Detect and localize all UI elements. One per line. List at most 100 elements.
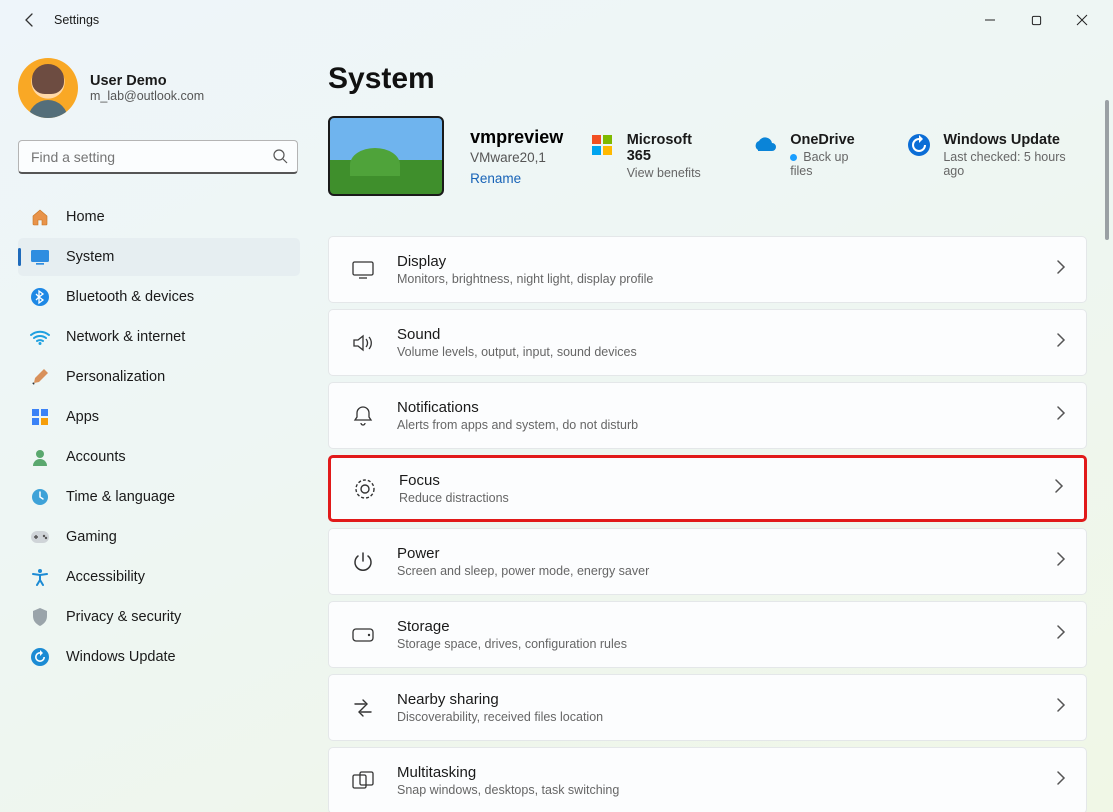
item-title: Power [397,545,649,562]
display-icon [351,258,375,282]
sidebar-item-privacy[interactable]: Privacy & security [18,598,300,636]
sound-icon [351,331,375,355]
accessibility-icon [30,567,50,587]
sidebar-item-accessibility[interactable]: Accessibility [18,558,300,596]
ms365-icon [589,132,614,158]
home-icon [30,207,50,227]
ms365-sub: View benefits [627,166,719,180]
settings-item-storage[interactable]: Storage Storage space, drives, configurat… [328,601,1087,668]
scrollbar[interactable] [1105,100,1109,240]
item-title: Multitasking [397,764,619,781]
sidebar-item-system[interactable]: System [18,238,300,276]
chevron-right-icon [1054,479,1064,498]
sidebar-item-bluetooth[interactable]: Bluetooth & devices [18,278,300,316]
sidebar-item-label: Accessibility [66,569,145,585]
sidebar-item-home[interactable]: Home [18,198,300,236]
personalization-icon [30,367,50,387]
account-profile[interactable]: User Demo m_lab@outlook.com [18,58,300,118]
sidebar-item-update[interactable]: Windows Update [18,638,300,676]
update-sub: Last checked: 5 hours ago [943,150,1087,178]
privacy-icon [30,607,50,627]
chevron-right-icon [1056,552,1066,571]
quick-link-ms365[interactable]: Microsoft 365 View benefits [589,132,718,180]
sidebar-item-apps[interactable]: Apps [18,398,300,436]
item-subtitle: Storage space, drives, configuration rul… [397,637,627,651]
sidebar-item-label: Apps [66,409,99,425]
sidebar-item-label: Personalization [66,369,165,385]
device-summary-row: vmpreview VMware20,1 Rename Microsoft 36… [328,116,1087,196]
item-subtitle: Volume levels, output, input, sound devi… [397,345,637,359]
sidebar-item-label: Windows Update [66,649,176,665]
item-subtitle: Snap windows, desktops, task switching [397,783,619,797]
update-icon [30,647,50,667]
gaming-icon [30,527,50,547]
item-subtitle: Alerts from apps and system, do not dist… [397,418,638,432]
chevron-right-icon [1056,260,1066,279]
main-content: System vmpreview VMware20,1 Rename [310,40,1113,812]
notifications-icon [351,404,375,428]
nav-list: Home System Bluetooth & devices Network & i… [18,198,300,676]
sidebar-item-label: Time & language [66,489,175,505]
onedrive-sub: Back up files [790,150,872,178]
settings-item-nearby[interactable]: Nearby sharing Discoverability, received … [328,674,1087,741]
onedrive-title: OneDrive [790,132,872,148]
chevron-right-icon [1056,698,1066,717]
update-title: Windows Update [943,132,1087,148]
sidebar-item-personalization[interactable]: Personalization [18,358,300,396]
system-icon [30,247,50,267]
settings-list: DisplayMonitors, brightness, night light… [328,236,1087,812]
accounts-icon [30,447,50,467]
ms365-title: Microsoft 365 [627,132,719,164]
quick-link-onedrive[interactable]: OneDrive Back up files [752,132,872,178]
item-subtitle: Discoverability, received files location [397,710,603,724]
item-title: Display [397,253,653,270]
settings-item-focus[interactable]: FocusReduce distractions [328,455,1087,522]
sidebar-item-label: Privacy & security [66,609,181,625]
search-wrap [18,140,298,174]
search-input[interactable] [18,140,298,174]
maximize-button[interactable] [1013,4,1059,36]
sidebar-item-label: Gaming [66,529,117,545]
onedrive-icon [752,132,778,158]
avatar [18,58,78,118]
windows-update-icon [906,132,931,158]
item-title: Sound [397,326,637,343]
item-title: Focus [399,472,509,489]
quick-link-update[interactable]: Windows Update Last checked: 5 hours ago [906,132,1087,178]
item-title: Nearby sharing [397,691,603,708]
chevron-right-icon [1056,406,1066,425]
chevron-right-icon [1056,625,1066,644]
focus-icon [353,477,377,501]
settings-item-multitasking[interactable]: Multitasking Snap windows, desktops, task… [328,747,1087,812]
sidebar-item-gaming[interactable]: Gaming [18,518,300,556]
sidebar-item-network[interactable]: Network & internet [18,318,300,356]
item-subtitle: Screen and sleep, power mode, energy sav… [397,564,649,578]
sidebar-item-label: Bluetooth & devices [66,289,194,305]
close-button[interactable] [1059,4,1105,36]
window-title: Settings [54,13,99,27]
minimize-button[interactable] [967,4,1013,36]
rename-link[interactable]: Rename [470,171,563,186]
titlebar: Settings [0,0,1113,40]
time-icon [30,487,50,507]
nearby-icon [351,696,375,720]
multitasking-icon [351,769,375,793]
page-title: System [328,62,1087,96]
sidebar-item-label: Accounts [66,449,126,465]
device-thumbnail[interactable] [328,116,444,196]
power-icon [351,550,375,574]
settings-item-sound[interactable]: Sound Volume levels, output, input, sound… [328,309,1087,376]
sidebar-item-label: System [66,249,114,265]
apps-icon [30,407,50,427]
back-button[interactable] [18,8,42,32]
device-model: VMware20,1 [470,150,563,165]
settings-item-power[interactable]: Power Screen and sleep, power mode, energ… [328,528,1087,595]
sidebar-item-accounts[interactable]: Accounts [18,438,300,476]
item-title: Storage [397,618,627,635]
sidebar-item-time[interactable]: Time & language [18,478,300,516]
settings-item-display[interactable]: DisplayMonitors, brightness, night light… [328,236,1087,303]
sidebar: User Demo m_lab@outlook.com Home System Bl… [0,40,310,812]
bluetooth-icon [30,287,50,307]
settings-item-notifications[interactable]: NotificationsAlerts from apps and system… [328,382,1087,449]
device-name: vmpreview [470,127,563,148]
